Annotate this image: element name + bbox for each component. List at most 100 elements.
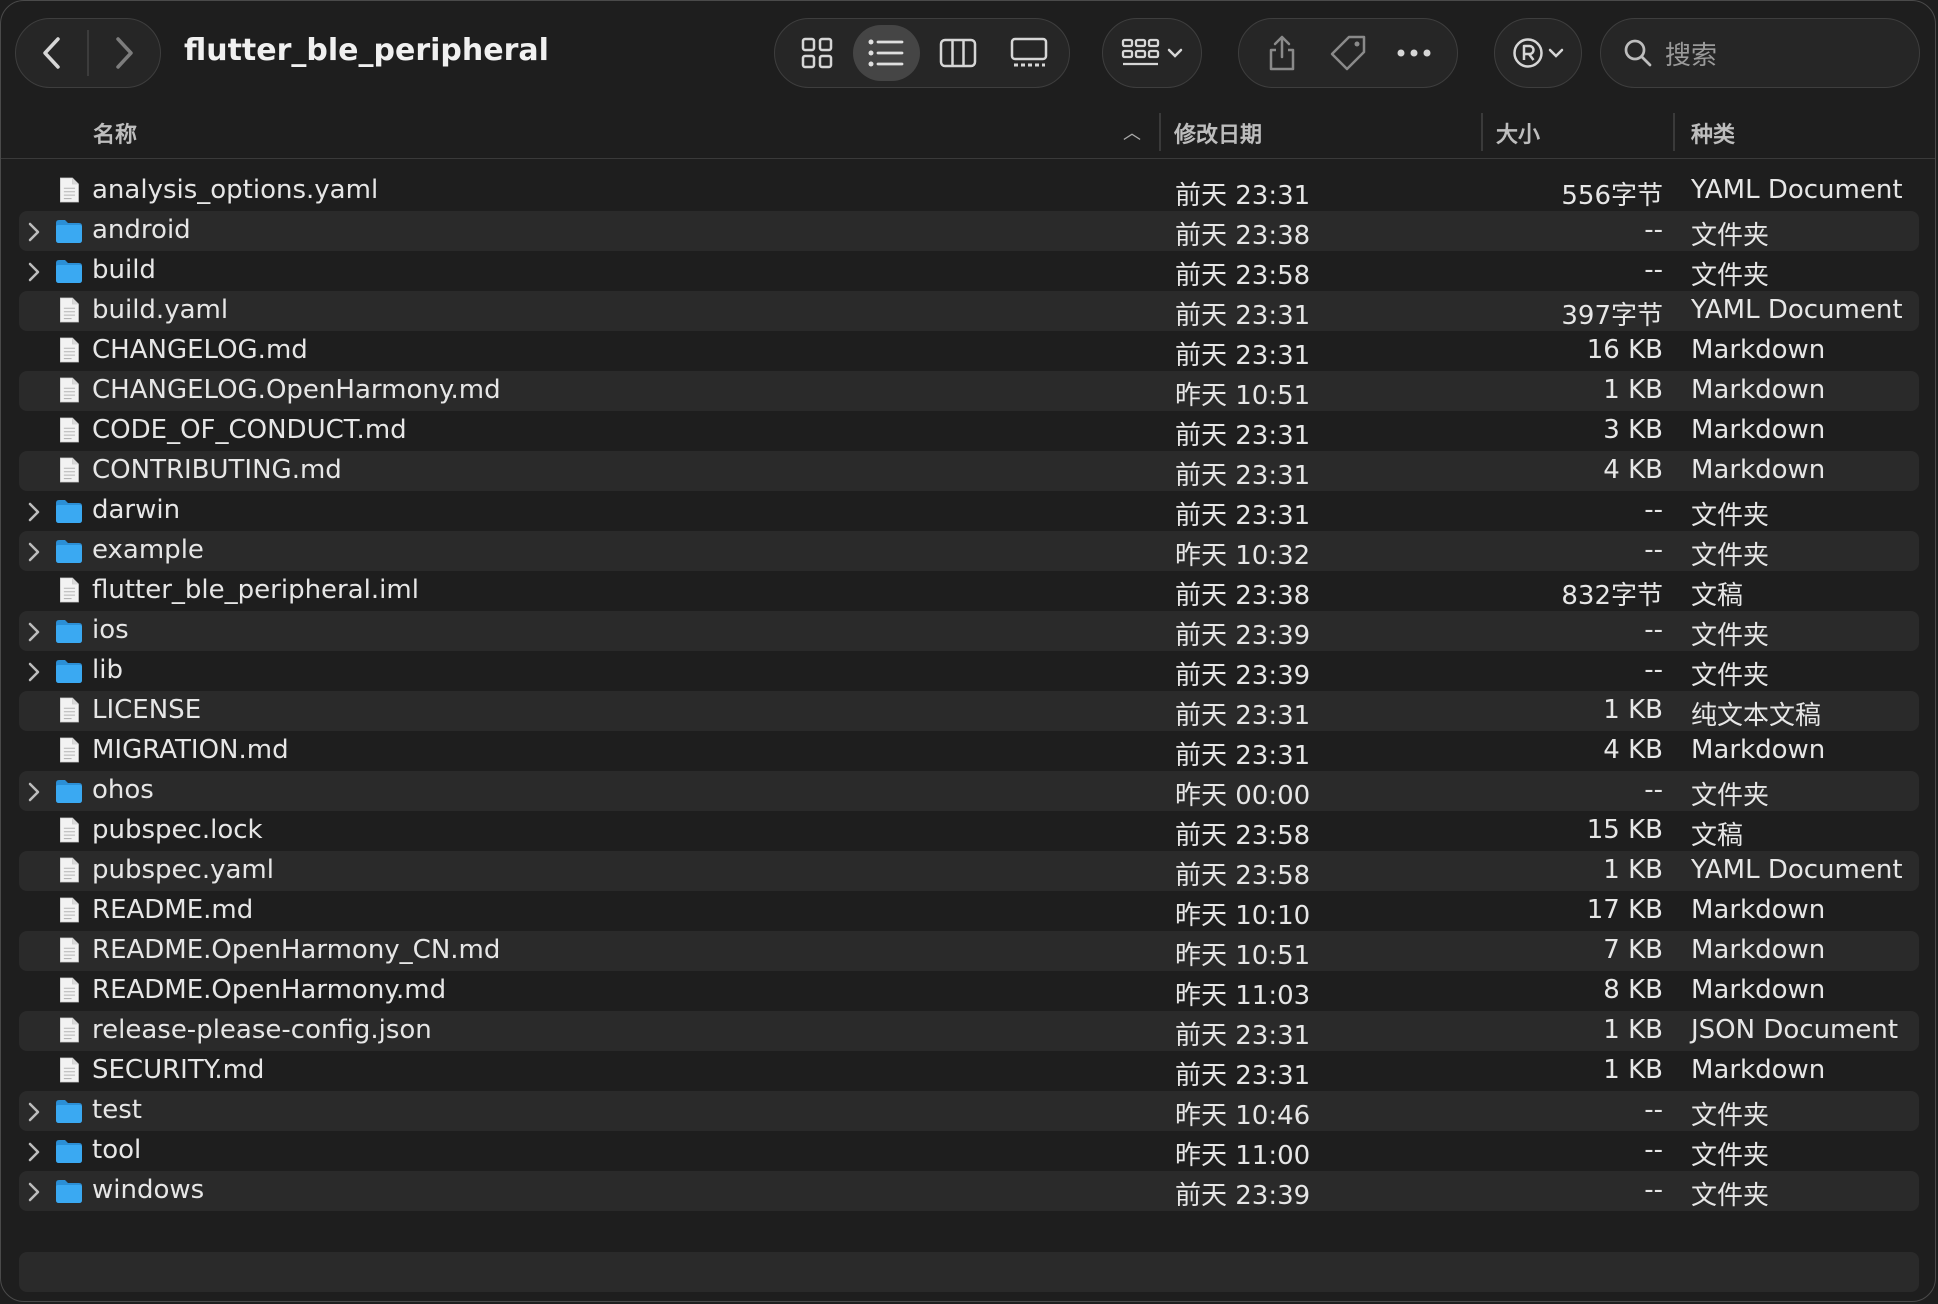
document-icon xyxy=(57,696,85,723)
table-row[interactable]: pubspec.lock 前天 23:58 15 KB 文稿 xyxy=(19,811,1919,851)
column-separator[interactable] xyxy=(1481,113,1483,151)
file-size: 1 KB xyxy=(1603,695,1663,725)
file-name: LICENSE xyxy=(92,695,202,725)
document-icon xyxy=(57,1056,85,1083)
chevron-right-icon xyxy=(116,37,134,69)
disclosure-chevron-icon[interactable] xyxy=(27,1095,43,1129)
file-kind: 文稿 xyxy=(1691,581,1744,611)
file-date: 前天 23:31 xyxy=(1175,501,1311,531)
table-row[interactable]: test 昨天 10:46 -- 文件夹 xyxy=(19,1091,1919,1131)
file-date: 前天 23:31 xyxy=(1175,741,1311,771)
file-kind: 文件夹 xyxy=(1691,221,1770,251)
extension-menu-button[interactable] xyxy=(1494,18,1582,88)
table-row[interactable]: README.OpenHarmony.md 昨天 11:03 8 KB Markdow… xyxy=(19,971,1919,1011)
table-row[interactable]: windows 前天 23:39 -- 文件夹 xyxy=(19,1171,1919,1211)
table-row[interactable]: analysis_options.yaml 前天 23:31 556字节 YAML D… xyxy=(19,171,1919,211)
table-row[interactable]: ios 前天 23:39 -- 文件夹 xyxy=(19,611,1919,651)
kind-column-header[interactable]: 种类 xyxy=(1691,117,1735,149)
table-row[interactable]: release-please-config.json 前天 23:31 1 KB JS… xyxy=(19,1011,1919,1051)
table-row[interactable]: CHANGELOG.OpenHarmony.md 昨天 10:51 1 KB Mark… xyxy=(19,371,1919,411)
group-by-button[interactable] xyxy=(1102,18,1202,88)
table-row[interactable]: build 前天 23:58 -- 文件夹 xyxy=(19,251,1919,291)
file-kind: 文件夹 xyxy=(1691,261,1770,291)
date-column-header[interactable]: 修改日期 xyxy=(1174,117,1262,149)
file-size: 3 KB xyxy=(1603,415,1663,445)
registered-icon xyxy=(1513,38,1543,68)
file-date: 昨天 11:03 xyxy=(1175,981,1311,1011)
file-kind: YAML Document xyxy=(1691,855,1903,885)
tag-button[interactable] xyxy=(1318,19,1378,87)
disclosure-chevron-icon[interactable] xyxy=(27,255,43,289)
file-kind: 文件夹 xyxy=(1691,621,1770,651)
table-row[interactable]: README.md 昨天 10:10 17 KB Markdown xyxy=(19,891,1919,931)
file-name: release-please-config.json xyxy=(92,1015,432,1045)
folder-icon xyxy=(55,258,83,284)
back-button[interactable] xyxy=(16,19,87,87)
file-kind: JSON Document xyxy=(1691,1015,1899,1045)
disclosure-chevron-icon[interactable] xyxy=(27,495,43,529)
table-row[interactable]: LICENSE 前天 23:31 1 KB 纯文本文稿 xyxy=(19,691,1919,731)
ellipsis-icon xyxy=(1397,49,1431,57)
column-separator[interactable] xyxy=(1159,113,1161,151)
file-size: 556字节 xyxy=(1561,181,1663,211)
file-name: example xyxy=(92,535,204,565)
search-field[interactable]: 搜索 xyxy=(1600,18,1920,88)
file-date: 前天 23:38 xyxy=(1175,221,1311,251)
forward-button[interactable] xyxy=(89,19,160,87)
table-row[interactable]: build.yaml 前天 23:31 397字节 YAML Document xyxy=(19,291,1919,331)
table-row[interactable]: tool 昨天 11:00 -- 文件夹 xyxy=(19,1131,1919,1171)
list-icon xyxy=(868,39,904,67)
action-button-group xyxy=(1238,18,1458,88)
disclosure-chevron-icon[interactable] xyxy=(27,615,43,649)
file-name: build xyxy=(92,255,156,285)
table-row[interactable]: android 前天 23:38 -- 文件夹 xyxy=(19,211,1919,251)
disclosure-chevron-icon[interactable] xyxy=(27,775,43,809)
file-date: 前天 23:31 xyxy=(1175,1061,1311,1091)
table-row[interactable]: example 昨天 10:32 -- 文件夹 xyxy=(19,531,1919,571)
list-view-button[interactable] xyxy=(852,25,921,81)
column-view-button[interactable] xyxy=(920,19,995,87)
search-placeholder: 搜索 xyxy=(1665,40,1718,71)
file-size: 832字节 xyxy=(1561,581,1663,611)
icon-view-button[interactable] xyxy=(781,19,853,87)
document-icon xyxy=(57,296,85,323)
disclosure-chevron-icon[interactable] xyxy=(27,1135,43,1169)
share-button[interactable] xyxy=(1252,19,1312,87)
size-column-header[interactable]: 大小 xyxy=(1496,117,1540,149)
file-date: 昨天 10:46 xyxy=(1175,1101,1311,1131)
column-separator[interactable] xyxy=(1673,113,1675,151)
table-row[interactable]: README.OpenHarmony_CN.md 昨天 10:51 7 KB Mark… xyxy=(19,931,1919,971)
search-icon xyxy=(1624,39,1652,67)
disclosure-chevron-icon[interactable] xyxy=(27,655,43,689)
file-kind: 文稿 xyxy=(1691,821,1744,851)
file-date: 前天 23:31 xyxy=(1175,461,1311,491)
table-row[interactable]: lib 前天 23:39 -- 文件夹 xyxy=(19,651,1919,691)
table-row[interactable]: darwin 前天 23:31 -- 文件夹 xyxy=(19,491,1919,531)
file-name: windows xyxy=(92,1175,205,1205)
file-name: lib xyxy=(92,655,123,685)
gallery-view-button[interactable] xyxy=(995,19,1063,87)
table-row[interactable]: pubspec.yaml 前天 23:58 1 KB YAML Document xyxy=(19,851,1919,891)
table-row[interactable]: flutter_ble_peripheral.iml 前天 23:38 832字节文… xyxy=(19,571,1919,611)
table-row[interactable]: MIGRATION.md 前天 23:31 4 KB Markdown xyxy=(19,731,1919,771)
chevron-left-icon xyxy=(42,37,60,69)
file-name: test xyxy=(92,1095,142,1125)
share-icon xyxy=(1269,35,1295,71)
table-row[interactable]: CHANGELOG.md 前天 23:31 16 KB Markdown xyxy=(19,331,1919,371)
table-row[interactable]: CODE_OF_CONDUCT.md 前天 23:31 3 KB Markdown xyxy=(19,411,1919,451)
disclosure-chevron-icon[interactable] xyxy=(27,1175,43,1209)
path-bar xyxy=(19,1252,1919,1292)
folder-icon xyxy=(55,618,83,644)
name-column-header[interactable]: 名称 xyxy=(93,117,137,149)
file-size: -- xyxy=(1644,495,1663,525)
disclosure-chevron-icon[interactable] xyxy=(27,215,43,249)
table-row[interactable]: CONTRIBUTING.md 前天 23:31 4 KB Markdown xyxy=(19,451,1919,491)
file-name: CHANGELOG.md xyxy=(92,335,308,365)
file-kind: 文件夹 xyxy=(1691,781,1770,811)
disclosure-chevron-icon[interactable] xyxy=(27,535,43,569)
file-date: 前天 23:58 xyxy=(1175,261,1311,291)
more-button[interactable] xyxy=(1384,19,1444,87)
table-row[interactable]: SECURITY.md 前天 23:31 1 KB Markdown xyxy=(19,1051,1919,1091)
file-kind: Markdown xyxy=(1691,935,1826,965)
table-row[interactable]: ohos 昨天 00:00 -- 文件夹 xyxy=(19,771,1919,811)
